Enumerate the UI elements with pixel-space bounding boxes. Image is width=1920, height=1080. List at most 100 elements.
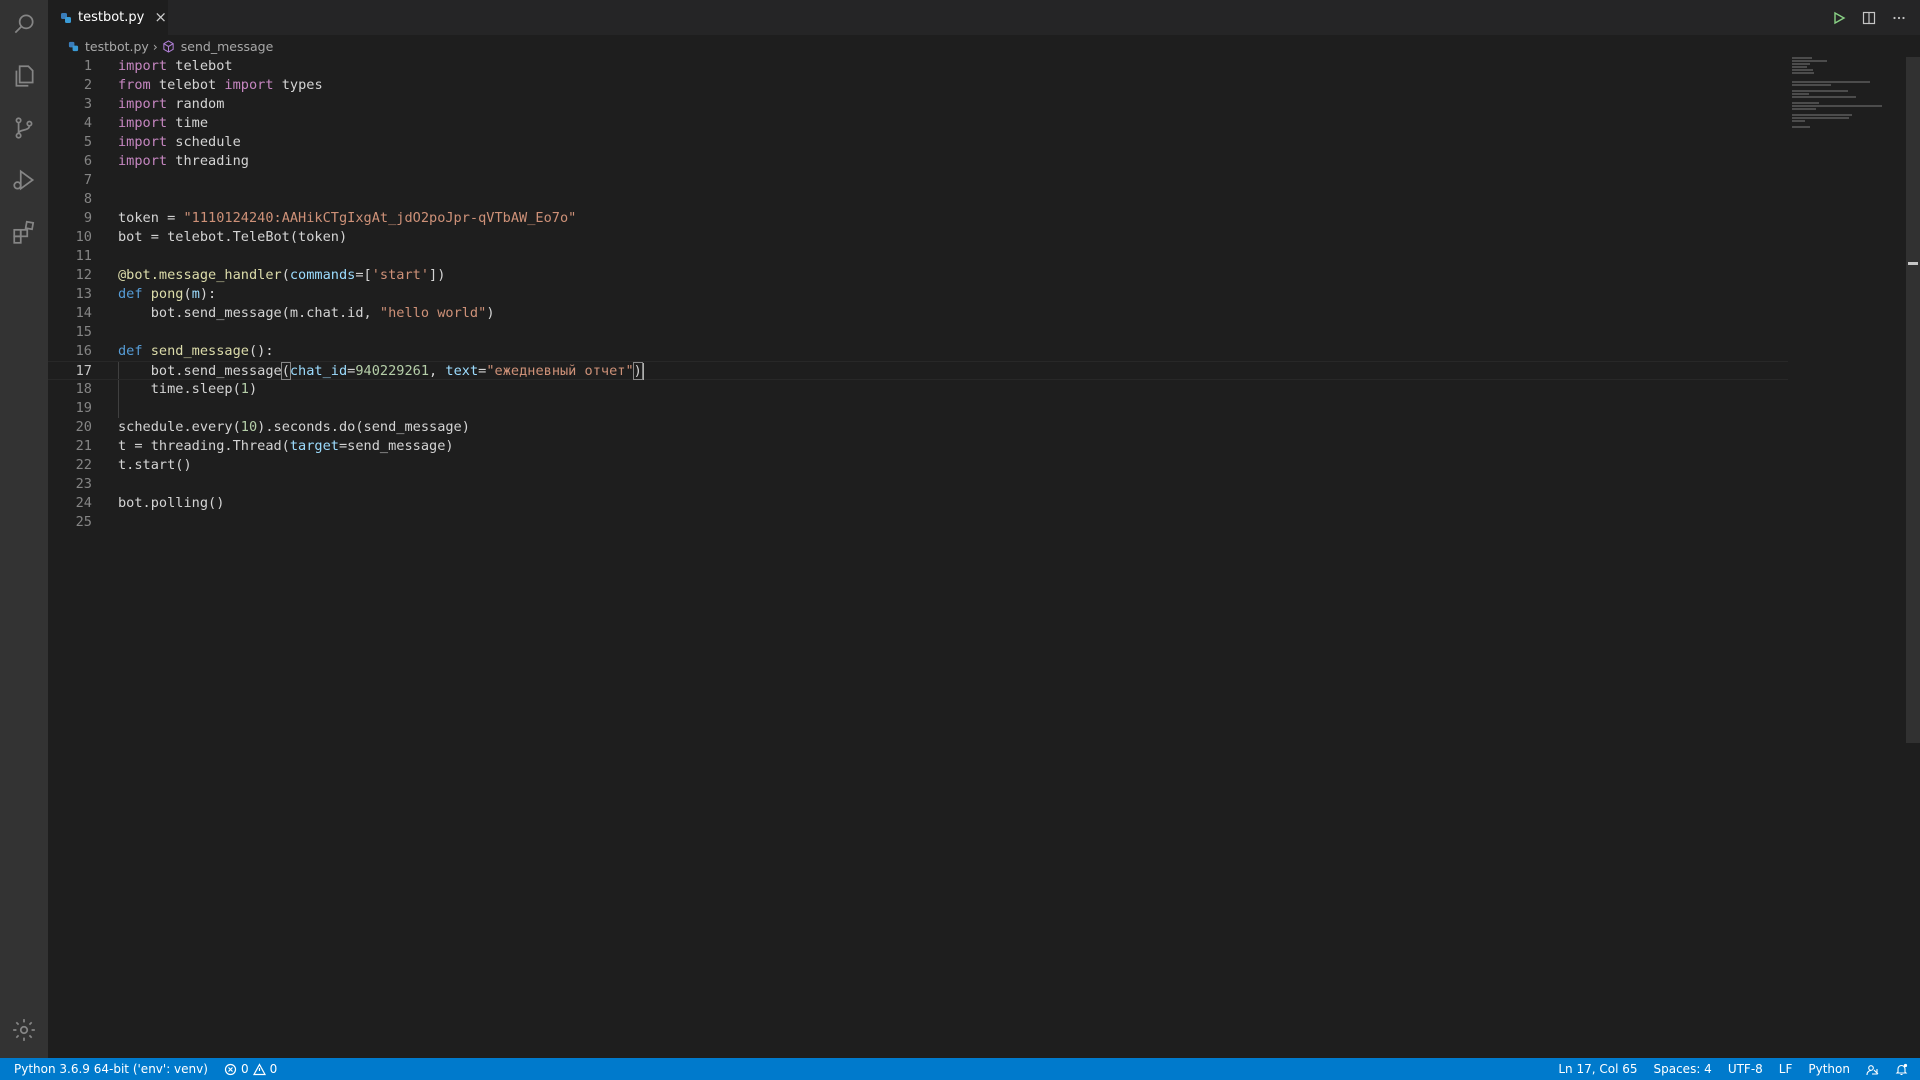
line-number: 11	[75, 248, 92, 264]
code-line[interactable]: 8	[48, 190, 1788, 209]
code-text: schedule.every(10).seconds.do(send_messa…	[118, 418, 470, 437]
code-token: =send_message)	[338, 438, 454, 454]
vertical-scrollbar[interactable]	[1906, 57, 1920, 743]
breadcrumb-file[interactable]: testbot.py	[85, 39, 149, 54]
language-mode[interactable]: Python	[1808, 1062, 1850, 1076]
code-line[interactable]: 14 bot.send_message(m.chat.id, "hello wo…	[48, 304, 1788, 323]
line-number: 19	[75, 400, 92, 416]
code-token: @bot.message_handler	[118, 267, 282, 283]
code-text: import threading	[118, 152, 249, 171]
code-line[interactable]: 1 import telebot	[48, 57, 1788, 76]
code-line[interactable]: 19	[48, 399, 1788, 418]
line-number: 5	[83, 134, 92, 150]
code-token: 940229261	[355, 363, 430, 379]
more-actions-icon[interactable]	[1892, 11, 1906, 25]
tab-label: testbot.py	[78, 10, 145, 25]
minimap-line	[1792, 102, 1819, 104]
code-line[interactable]: 25	[48, 513, 1788, 532]
code-token: (	[280, 362, 291, 380]
code-line[interactable]: 22 t.start()	[48, 456, 1788, 475]
code-line[interactable]: 17 bot.send_message(chat_id=940229261, t…	[48, 361, 1788, 380]
line-number: 24	[75, 495, 92, 511]
code-token: telebot	[150, 77, 225, 93]
code-line[interactable]: 13 def pong(m):	[48, 285, 1788, 304]
run-debug-icon[interactable]	[0, 156, 48, 204]
line-number: 8	[83, 191, 92, 207]
code-line[interactable]: 6 import threading	[48, 152, 1788, 171]
code-text: t.start()	[118, 456, 192, 475]
code-line[interactable]: 9 token = "1110124240:AAHikCTgIxgAt_jdO2p…	[48, 209, 1788, 228]
split-editor-icon[interactable]	[1862, 11, 1876, 25]
minimap-line	[1792, 90, 1848, 92]
code-editor[interactable]: 1 import telebot 2 from telebot import type…	[48, 57, 1788, 1058]
close-icon[interactable]: ×	[154, 10, 167, 25]
line-number: 23	[75, 476, 92, 492]
code-line[interactable]: 10 bot = telebot.TeleBot(token)	[48, 228, 1788, 247]
code-token: ).seconds.do(send_message)	[257, 419, 470, 435]
minimap-line	[1792, 105, 1882, 107]
python-file-icon	[68, 41, 79, 51]
problems-indicator[interactable]: 0 0	[224, 1062, 277, 1076]
code-line[interactable]: 18 time.sleep(1)	[48, 380, 1788, 399]
code-text: bot.send_message(chat_id=940229261, text…	[118, 362, 644, 381]
python-file-icon	[61, 12, 71, 23]
minimap-line	[1792, 126, 1811, 128]
breadcrumb-symbol[interactable]: send_message	[181, 39, 274, 54]
code-token: from	[118, 77, 151, 93]
tab-testbot-py[interactable]: testbot.py ×	[48, 0, 168, 35]
code-token: 1	[240, 381, 249, 397]
notifications-bell-icon[interactable]	[1895, 1063, 1908, 1076]
code-token: time.sleep(	[118, 381, 241, 397]
code-token: threading	[167, 153, 249, 169]
line-number: 1	[83, 58, 92, 74]
minimap-line	[1792, 117, 1850, 119]
feedback-icon[interactable]	[1866, 1063, 1879, 1076]
line-number: 9	[83, 210, 92, 226]
line-number: 14	[75, 305, 92, 321]
code-token: import	[118, 58, 168, 74]
code-line[interactable]: 21 t = threading.Thread(target=send_messa…	[48, 437, 1788, 456]
code-text: import time	[118, 114, 208, 133]
cursor-position[interactable]: Ln 17, Col 65	[1558, 1062, 1637, 1076]
code-line[interactable]: 12 @bot.message_handler(commands=['start'…	[48, 266, 1788, 285]
code-token: bot = telebot.TeleBot(token)	[118, 229, 348, 245]
code-line[interactable]: 20 schedule.every(10).seconds.do(send_mes…	[48, 418, 1788, 437]
run-icon[interactable]	[1832, 11, 1846, 25]
code-token: random	[167, 96, 225, 112]
code-token: import	[118, 96, 168, 112]
line-number: 21	[75, 438, 92, 454]
source-control-icon[interactable]	[0, 104, 48, 152]
code-line[interactable]: 4 import time	[48, 114, 1788, 133]
indentation[interactable]: Spaces: 4	[1654, 1062, 1712, 1076]
code-line[interactable]: 3 import random	[48, 95, 1788, 114]
code-line[interactable]: 7	[48, 171, 1788, 190]
line-number: 4	[83, 115, 92, 131]
code-token: import	[118, 153, 168, 169]
method-symbol-icon	[163, 39, 174, 53]
extensions-icon[interactable]	[0, 208, 48, 256]
code-line[interactable]: 24 bot.polling()	[48, 494, 1788, 513]
status-bar: Python 3.6.9 64-bit ('env': venv) 0 0 Ln…	[0, 1058, 1920, 1080]
code-line[interactable]: 15	[48, 323, 1788, 342]
code-line[interactable]: 2 from telebot import types	[48, 76, 1788, 95]
minimap[interactable]	[1792, 57, 1902, 137]
code-token: ])	[429, 267, 446, 283]
settings-gear-icon[interactable]	[0, 1006, 48, 1054]
code-line[interactable]: 16 def send_message():	[48, 342, 1788, 361]
python-interpreter[interactable]: Python 3.6.9 64-bit ('env': venv)	[14, 1062, 208, 1076]
code-token: ):	[199, 286, 217, 302]
encoding[interactable]: UTF-8	[1728, 1062, 1763, 1076]
line-number: 3	[83, 96, 92, 112]
code-text: token = "1110124240:AAHikCTgIxgAt_jdO2po…	[118, 209, 576, 228]
end-of-line[interactable]: LF	[1779, 1062, 1793, 1076]
tab-bar: testbot.py ×	[48, 0, 1920, 35]
explorer-icon[interactable]	[0, 52, 48, 100]
code-line[interactable]: 5 import schedule	[48, 133, 1788, 152]
code-line[interactable]: 11	[48, 247, 1788, 266]
search-icon[interactable]	[0, 0, 48, 48]
code-token: target	[289, 438, 339, 454]
code-line[interactable]: 23	[48, 475, 1788, 494]
scrollbar-cursor-marker	[1908, 262, 1918, 265]
minimap-line	[1792, 69, 1813, 71]
